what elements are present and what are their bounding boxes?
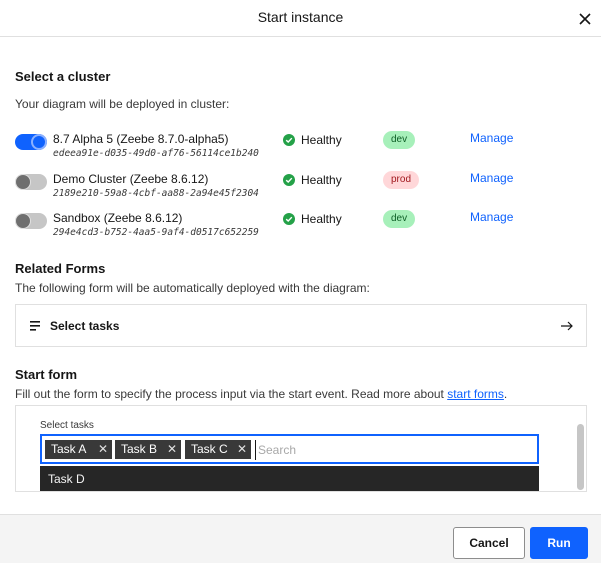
- cluster-section-title: Select a cluster: [15, 69, 111, 84]
- chip-remove-icon[interactable]: ✕: [167, 440, 177, 459]
- dropdown-option[interactable]: Task D: [40, 466, 539, 491]
- start-form-title: Start form: [15, 367, 78, 382]
- cluster-toggle[interactable]: [15, 134, 47, 150]
- cluster-row: 8.7 Alpha 5 (Zeebe 8.7.0-alpha5) edeea91…: [15, 130, 590, 164]
- cluster-tag: prod: [383, 171, 420, 189]
- manage-link[interactable]: Manage: [470, 171, 513, 185]
- cluster-section-description: Your diagram will be deployed in cluster…: [15, 97, 230, 111]
- cancel-button[interactable]: Cancel: [453, 527, 525, 559]
- run-button[interactable]: Run: [530, 527, 588, 559]
- cluster-tag: dev: [383, 210, 416, 228]
- select-tasks-label: Select tasks: [40, 420, 94, 431]
- chip-remove-icon[interactable]: ✕: [98, 440, 108, 459]
- toggle-knob: [31, 134, 47, 150]
- selected-chip: Task C ✕: [185, 440, 251, 459]
- related-forms-description: The following form will be automatically…: [15, 281, 370, 295]
- chip-label: Task B: [121, 442, 158, 456]
- select-tasks-multiselect[interactable]: Task A ✕ Task B ✕ Task C ✕: [40, 434, 539, 464]
- toggle-knob: [15, 213, 31, 229]
- modal-footer: Cancel Run: [0, 514, 601, 563]
- manage-link[interactable]: Manage: [470, 131, 513, 145]
- checkmark-filled-icon: [283, 213, 295, 225]
- cluster-id: 294e4cd3-b752-4aa5-9af4-d0517c652259: [53, 227, 259, 238]
- chip-remove-icon[interactable]: ✕: [237, 440, 247, 459]
- modal-header: Start instance: [0, 0, 601, 37]
- cluster-status-label: Healthy: [301, 212, 342, 226]
- cluster-id: 2189e210-59a8-4cbf-aa88-2a94e45f2304: [53, 188, 259, 199]
- selected-chip: Task A ✕: [45, 440, 112, 459]
- arrow-right-icon: [561, 321, 573, 331]
- cluster-toggle[interactable]: [15, 213, 47, 229]
- cluster-status: Healthy: [283, 212, 342, 226]
- cluster-status: Healthy: [283, 133, 342, 147]
- close-icon: [579, 13, 591, 25]
- selected-chip: Task B ✕: [115, 440, 181, 459]
- related-form-item[interactable]: Select tasks: [15, 304, 587, 347]
- cluster-name: Demo Cluster (Zeebe 8.6.12): [53, 172, 209, 186]
- manage-link[interactable]: Manage: [470, 210, 513, 224]
- checkmark-filled-icon: [283, 174, 295, 186]
- cluster-name: 8.7 Alpha 5 (Zeebe 8.7.0-alpha5): [53, 132, 229, 146]
- close-button[interactable]: [575, 9, 595, 29]
- cluster-status-label: Healthy: [301, 133, 342, 147]
- start-form-description: Fill out the form to specify the process…: [15, 387, 507, 401]
- related-form-label: Select tasks: [50, 319, 120, 333]
- modal-title: Start instance: [257, 9, 344, 25]
- cluster-row: Sandbox (Zeebe 8.6.12) 294e4cd3-b752-4aa…: [15, 209, 590, 243]
- list-icon: [30, 321, 40, 331]
- cluster-status-label: Healthy: [301, 173, 342, 187]
- chip-label: Task C: [191, 442, 228, 456]
- start-forms-link[interactable]: start forms: [447, 387, 504, 401]
- cluster-row: Demo Cluster (Zeebe 8.6.12) 2189e210-59a…: [15, 170, 590, 204]
- cluster-name: Sandbox (Zeebe 8.6.12): [53, 211, 183, 225]
- cluster-status: Healthy: [283, 173, 342, 187]
- cluster-toggle[interactable]: [15, 174, 47, 190]
- start-form-preview: Select tasks Task A ✕ Task B ✕ Task C ✕ …: [15, 405, 587, 492]
- chip-label: Task A: [51, 442, 87, 456]
- start-form-description-end: .: [503, 387, 508, 401]
- start-form-description-text: Fill out the form to specify the process…: [15, 387, 448, 401]
- cluster-tag: dev: [383, 131, 416, 149]
- toggle-knob: [15, 174, 31, 190]
- checkmark-filled-icon: [283, 134, 295, 146]
- cluster-id: edeea91e-d035-49d0-af76-56114ce1b240: [53, 148, 259, 159]
- scrollbar[interactable]: [577, 424, 584, 490]
- related-forms-title: Related Forms: [15, 261, 106, 276]
- tasks-search-input[interactable]: [255, 440, 525, 460]
